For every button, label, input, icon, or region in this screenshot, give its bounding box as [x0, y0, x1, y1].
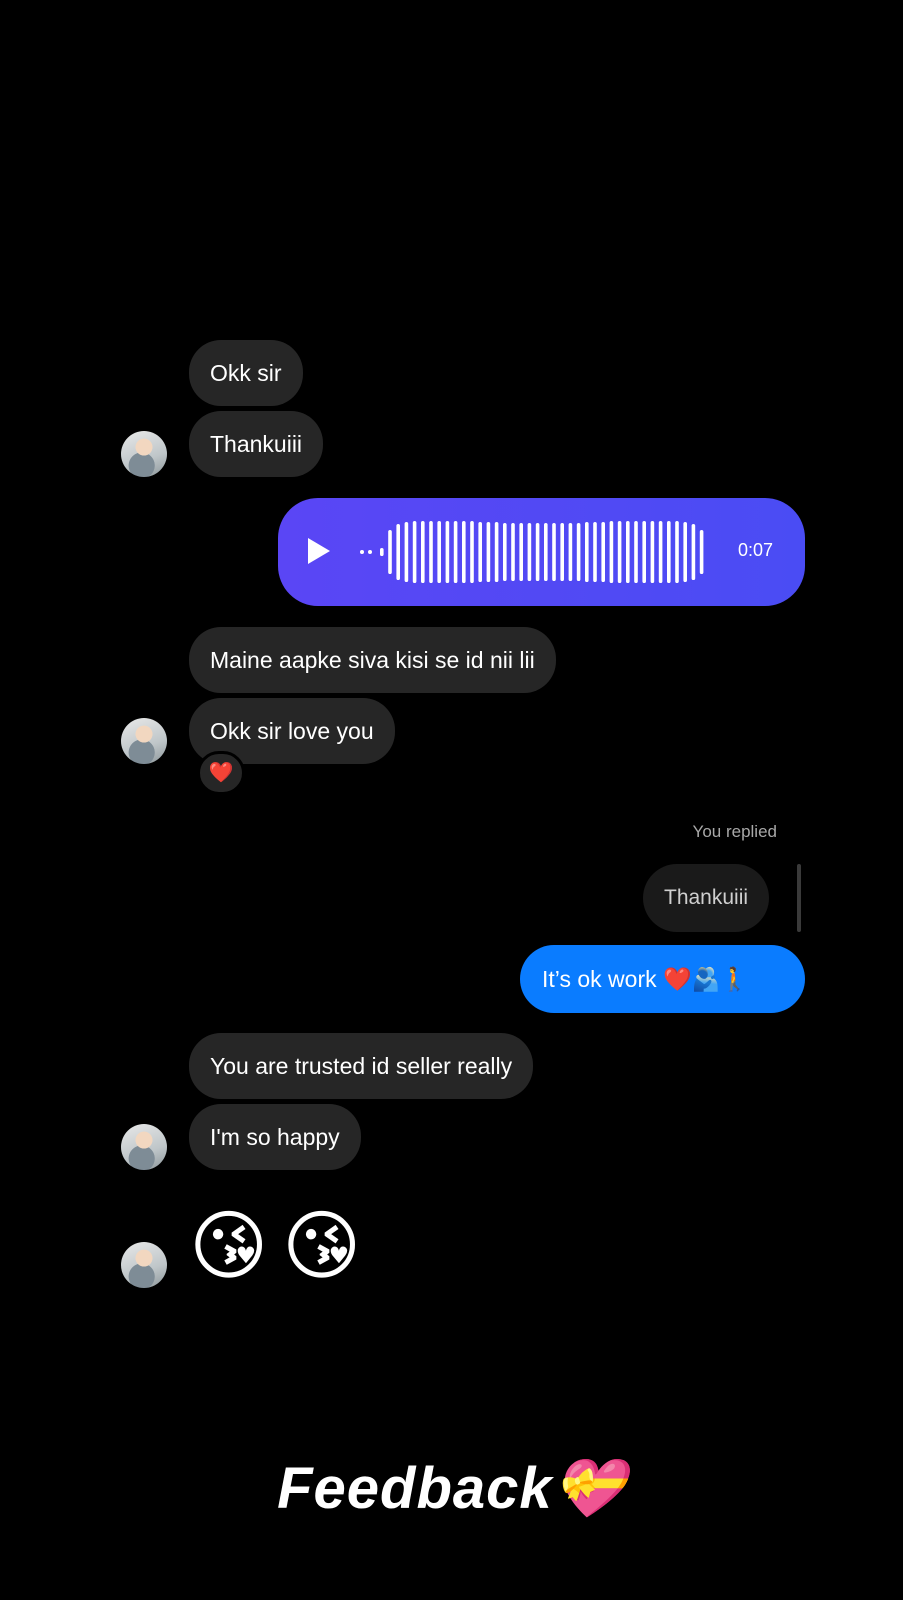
- chat-screen: [6, 6, 897, 1594]
- incoming-message[interactable]: Thankuiii: [189, 411, 324, 477]
- incoming-message[interactable]: Okk sir: [189, 340, 303, 406]
- reply-indicator-bar: [797, 864, 801, 932]
- incoming-message[interactable]: Maine aapke siva kisi se id nii lii: [189, 627, 556, 693]
- feedback-caption: Feedback💝: [277, 1456, 626, 1521]
- contact-avatar[interactable]: [121, 1242, 167, 1288]
- reply-quote[interactable]: Thankuiii: [643, 864, 770, 932]
- incoming-message[interactable]: You are trusted id seller really: [189, 1033, 534, 1099]
- voice-duration: 0:07: [737, 540, 773, 560]
- voice-message[interactable]: 0:07: [278, 498, 805, 606]
- incoming-message[interactable]: I'm so happy: [189, 1104, 361, 1170]
- contact-avatar[interactable]: [121, 431, 167, 477]
- waveform-icon[interactable]: [358, 518, 708, 586]
- replied-label: You replied: [692, 822, 777, 841]
- heart-reaction[interactable]: ❤️: [197, 751, 245, 795]
- contact-avatar[interactable]: [121, 718, 167, 764]
- outgoing-message[interactable]: It’s ok work ❤️🫂🚶: [520, 945, 805, 1013]
- emoji-message[interactable]: 😘: [189, 1204, 268, 1290]
- contact-avatar[interactable]: [121, 1124, 167, 1170]
- play-icon[interactable]: [308, 538, 330, 564]
- emoji-message[interactable]: 😘: [282, 1204, 361, 1290]
